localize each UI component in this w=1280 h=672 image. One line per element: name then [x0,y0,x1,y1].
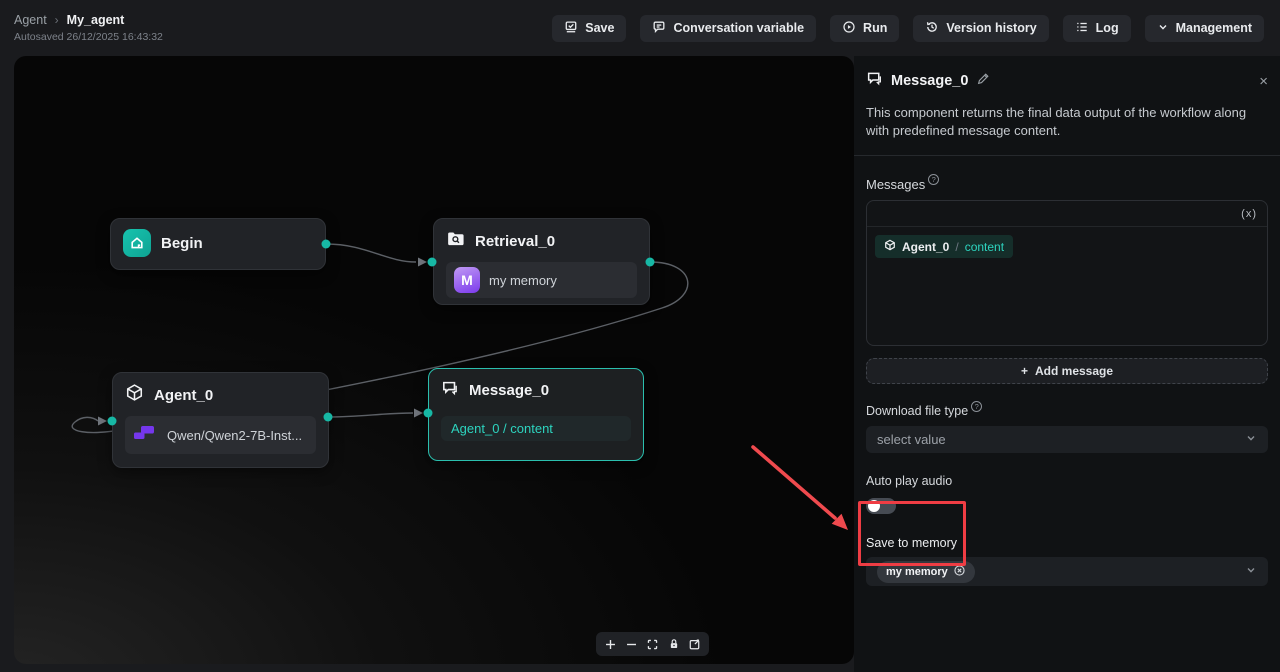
list-icon [1075,20,1089,37]
add-message-label: Add message [1035,364,1113,378]
chevron-down-icon [1157,21,1169,36]
panel-description: This component returns the final data ou… [866,104,1268,140]
connector-dot-begin-out[interactable] [322,240,331,249]
model-provider-icon [133,424,158,446]
help-icon: ? [928,174,939,185]
message-icon [866,70,883,92]
node-retrieval-title: Retrieval_0 [475,233,555,250]
chip-node-name: Agent_0 [902,240,949,254]
node-agent-title: Agent_0 [154,387,213,404]
properties-panel: Message_0 × This component returns the f… [854,56,1280,672]
download-file-type-select[interactable]: select value [866,426,1268,453]
node-begin-title: Begin [161,235,203,252]
connector-dot-agent-out[interactable] [324,413,333,422]
connector-dot-retrieval-out[interactable] [646,258,655,267]
home-icon [123,229,151,257]
log-button[interactable]: Log [1063,15,1131,42]
add-note-icon[interactable] [684,632,705,656]
breadcrumb-root[interactable]: Agent [14,13,47,27]
variable-icon[interactable]: (x) [1241,208,1257,220]
memory-tag: my memory [877,561,975,583]
cube-icon [125,383,144,407]
fit-view-icon[interactable] [642,632,663,656]
save-label: Save [585,21,614,35]
history-clock-icon [925,20,939,37]
message-input-ref[interactable]: Agent_0 / content [441,416,631,441]
auto-play-audio-label: Auto play audio [866,474,952,488]
node-message[interactable]: Message_0 Agent_0 / content [428,368,644,461]
workflow-canvas[interactable]: Begin Retrieval_0 M my memory Agent_ [14,56,854,664]
node-retrieval[interactable]: Retrieval_0 M my memory [433,218,650,305]
retrieval-memory-name: my memory [489,273,557,288]
breadcrumb-current: My_agent [67,13,125,27]
save-icon [564,20,578,37]
node-begin[interactable]: Begin [110,218,326,270]
chip-field-name: content [965,240,1004,254]
retrieval-memory-item[interactable]: M my memory [446,262,637,298]
download-file-type-label: Download file type [866,404,968,418]
lock-icon[interactable] [663,632,684,656]
memory-tag-label: my memory [886,566,948,578]
version-history-button[interactable]: Version history [913,15,1048,42]
chat-bubble-icon [652,20,666,37]
cube-icon [884,239,896,254]
close-icon[interactable]: × [1259,74,1268,89]
help-icon: ? [971,401,982,412]
add-message-button[interactable]: + Add message [866,358,1268,384]
conversation-variable-button[interactable]: Conversation variable [640,15,816,42]
edit-pencil-icon[interactable] [976,72,990,91]
download-select-value: select value [877,432,946,447]
run-label: Run [863,21,887,35]
log-label: Log [1096,21,1119,35]
conversation-variable-label: Conversation variable [673,21,804,35]
top-bar: Agent › My_agent Autosaved 26/12/2025 16… [0,0,1280,56]
breadcrumb-separator-icon: › [55,13,59,27]
breadcrumb: Agent › My_agent [14,13,163,27]
chevron-down-icon [1245,563,1257,581]
connector-dot-agent-in[interactable] [108,417,117,426]
message-icon [441,379,459,402]
panel-title: Message_0 [891,73,968,89]
plus-icon: + [1021,364,1028,378]
connector-dot-message-in[interactable] [424,409,433,418]
run-button[interactable]: Run [830,15,899,42]
memory-avatar: M [454,267,480,293]
divider [854,155,1280,156]
folder-search-icon [446,229,465,253]
variable-chip[interactable]: Agent_0 / content [875,235,1013,258]
node-message-title: Message_0 [469,382,549,399]
save-to-memory-select[interactable]: my memory [866,557,1268,586]
management-button[interactable]: Management [1145,15,1264,42]
chip-separator: / [955,240,958,254]
connector-dot-retrieval-in[interactable] [428,258,437,267]
save-to-memory-label: Save to memory [866,536,1268,550]
messages-label: Messages [866,177,925,192]
zoom-in-icon[interactable] [600,632,621,656]
messages-box: (x) Agent_0 / content [866,200,1268,346]
management-label: Management [1176,21,1252,35]
remove-tag-icon[interactable] [953,564,966,580]
agent-model-item[interactable]: Qwen/Qwen2-7B-Inst... [125,416,316,454]
node-agent[interactable]: Agent_0 Qwen/Qwen2-7B-Inst... [112,372,329,468]
workflow-edges [14,56,854,664]
canvas-toolbar [596,632,709,656]
toggle-knob [868,500,880,512]
autosaved-status: Autosaved 26/12/2025 16:43:32 [14,31,163,43]
play-circle-icon [842,20,856,37]
agent-model-name: Qwen/Qwen2-7B-Inst... [167,428,302,443]
save-button[interactable]: Save [552,15,626,42]
chevron-down-icon [1245,431,1257,449]
version-history-label: Version history [946,21,1036,35]
auto-play-audio-toggle[interactable] [866,498,896,514]
zoom-out-icon[interactable] [621,632,642,656]
